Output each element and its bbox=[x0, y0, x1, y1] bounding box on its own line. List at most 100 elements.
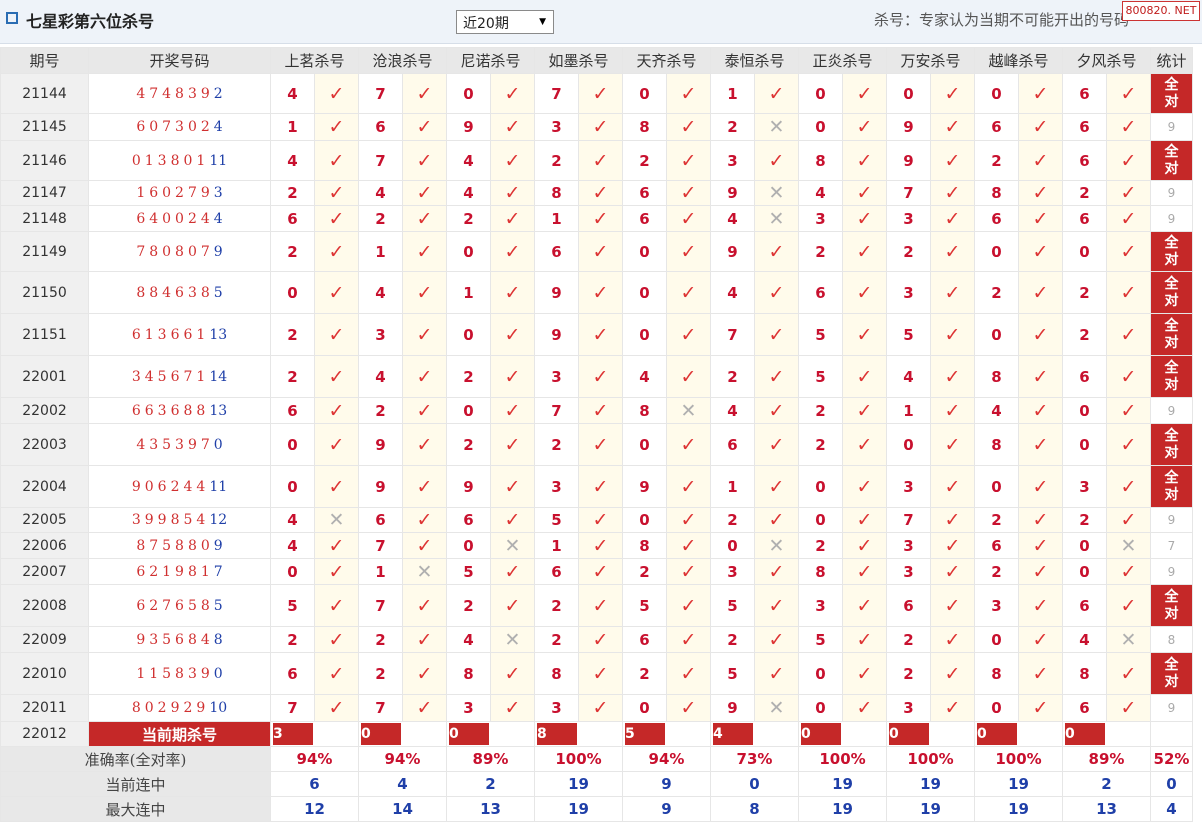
check-icon: ✓ bbox=[1120, 399, 1137, 422]
kill-value: 1 bbox=[270, 113, 315, 141]
check-icon: ✓ bbox=[1032, 475, 1049, 498]
footer-value: 6 bbox=[270, 771, 359, 797]
footer-total: 4 bbox=[1150, 796, 1193, 822]
result-mark-cell: ✓ bbox=[930, 313, 975, 356]
kill-value: 0 bbox=[798, 652, 843, 695]
check-icon: ✓ bbox=[504, 82, 521, 105]
kill-value: 4 bbox=[270, 507, 315, 533]
draw-numbers: 1158390 bbox=[88, 652, 271, 695]
footer-value: 19 bbox=[534, 796, 623, 822]
result-mark-cell: ✓ bbox=[842, 532, 887, 559]
result-mark-cell: ✓ bbox=[314, 231, 359, 272]
current-issue-number: 22012 bbox=[0, 721, 89, 747]
table-row: 21151 61366113 2 ✓ 3 ✓ 0 ✓ 9 ✓ 0 ✓ 7 ✓ 5 ✓ 5 ✓ 0 ✓ 2 ✓ 全对 bbox=[0, 313, 1193, 356]
result-mark-cell: ✓ bbox=[842, 73, 887, 114]
result-mark-cell: ✓ bbox=[402, 355, 447, 398]
result-mark-cell: ✓ bbox=[402, 205, 447, 232]
check-icon: ✓ bbox=[856, 116, 873, 138]
check-icon: ✓ bbox=[504, 433, 521, 456]
check-icon: ✓ bbox=[592, 182, 609, 204]
kill-value: 6 bbox=[710, 423, 755, 466]
check-icon: ✓ bbox=[416, 323, 433, 346]
result-mark-cell: ✓ bbox=[1018, 397, 1063, 424]
result-mark-cell: ✓ bbox=[1106, 558, 1151, 585]
kill-value: 8 bbox=[798, 140, 843, 181]
check-icon: ✓ bbox=[328, 662, 345, 685]
kill-value: 8 bbox=[798, 558, 843, 585]
kill-value: 4 bbox=[886, 355, 931, 398]
footer-label: 最大连中 bbox=[0, 796, 271, 822]
result-mark-cell: ✓ bbox=[314, 113, 359, 141]
check-icon: ✓ bbox=[1120, 323, 1137, 346]
collapse-square-icon[interactable] bbox=[6, 12, 18, 24]
result-mark-cell: ✓ bbox=[578, 205, 623, 232]
kill-value: 2 bbox=[1062, 271, 1107, 314]
check-icon: ✓ bbox=[1120, 240, 1137, 263]
column-header: 统计 bbox=[1150, 47, 1193, 74]
kill-value: 0 bbox=[1062, 532, 1107, 559]
check-icon: ✓ bbox=[680, 433, 697, 456]
result-mark-cell: ✓ bbox=[402, 180, 447, 206]
period-select-value: 近20期 bbox=[463, 16, 509, 32]
check-icon: ✓ bbox=[592, 628, 609, 651]
kill-value: 2 bbox=[270, 313, 315, 356]
check-icon: ✓ bbox=[1032, 399, 1049, 422]
draw-sum: 10 bbox=[209, 700, 228, 716]
kill-value: 0 bbox=[270, 271, 315, 314]
column-header: 泰恒杀号 bbox=[710, 47, 799, 74]
result-mark-cell: ✓ bbox=[754, 507, 799, 533]
check-icon: ✓ bbox=[592, 697, 609, 719]
draw-numbers: 61366113 bbox=[88, 313, 271, 356]
kill-value: 6 bbox=[1062, 113, 1107, 141]
check-icon: ✓ bbox=[680, 628, 697, 651]
row-stat-text: 全对 bbox=[1164, 588, 1179, 622]
site-watermark: 800820. NET bbox=[1122, 1, 1200, 21]
kill-value: 6 bbox=[534, 558, 579, 585]
check-icon: ✓ bbox=[1120, 182, 1137, 204]
result-mark-cell: ✓ bbox=[930, 584, 975, 627]
footer-value: 19 bbox=[534, 771, 623, 797]
current-streak-row: 当前连中 6 4 2 19 9 0 19 19 19 2 0 bbox=[0, 771, 1193, 797]
check-icon: ✓ bbox=[1032, 628, 1049, 651]
result-mark-cell: ✓ bbox=[1106, 313, 1151, 356]
period-select[interactable]: 近20期 ▼ bbox=[456, 10, 554, 34]
current-kill-value: 0 bbox=[977, 723, 1017, 745]
result-mark-cell: ✓ bbox=[578, 465, 623, 508]
issue-number: 21149 bbox=[0, 231, 89, 272]
issue-number: 22004 bbox=[0, 465, 89, 508]
kill-value: 3 bbox=[798, 205, 843, 232]
draw-digits: 613661 bbox=[131, 326, 210, 343]
result-mark-cell: ✓ bbox=[1018, 694, 1063, 722]
result-mark-cell: ✓ bbox=[490, 113, 535, 141]
result-mark-cell: ✓ bbox=[490, 397, 535, 424]
result-mark-cell: ✓ bbox=[1018, 231, 1063, 272]
check-icon: ✓ bbox=[1032, 240, 1049, 263]
result-mark-cell: ✓ bbox=[578, 423, 623, 466]
current-kill-cell: 0 bbox=[358, 721, 447, 747]
draw-numbers: 80292910 bbox=[88, 694, 271, 722]
check-icon: ✓ bbox=[768, 628, 785, 651]
kill-value: 6 bbox=[270, 205, 315, 232]
kill-value: 3 bbox=[798, 584, 843, 627]
table-row: 22005 39985412 4 ✕ 6 ✓ 6 ✓ 5 ✓ 0 ✓ 2 ✓ 0 ✓ 7 ✓ 2 ✓ 2 ✓ 9 bbox=[0, 507, 1193, 533]
row-stat: 8 bbox=[1150, 626, 1193, 653]
result-mark-cell: ✓ bbox=[314, 423, 359, 466]
footer-value: 4 bbox=[358, 771, 447, 797]
check-icon: ✓ bbox=[680, 697, 697, 719]
draw-sum: 3 bbox=[213, 185, 223, 201]
kill-value: 3 bbox=[534, 694, 579, 722]
kill-value: 8 bbox=[974, 180, 1019, 206]
check-icon: ✓ bbox=[592, 149, 609, 172]
draw-sum: 13 bbox=[209, 326, 228, 343]
check-icon: ✓ bbox=[416, 116, 433, 138]
check-icon: ✓ bbox=[1032, 182, 1049, 204]
kill-value: 0 bbox=[974, 313, 1019, 356]
draw-digits: 399854 bbox=[131, 512, 210, 528]
result-mark-cell: ✓ bbox=[754, 397, 799, 424]
row-stat: 全对 bbox=[1150, 465, 1193, 508]
check-icon: ✓ bbox=[680, 149, 697, 172]
result-mark-cell: ✓ bbox=[930, 205, 975, 232]
draw-digits: 435397 bbox=[136, 436, 214, 453]
kill-value: 8 bbox=[1062, 652, 1107, 695]
row-stat-text: 全对 bbox=[1164, 234, 1179, 268]
